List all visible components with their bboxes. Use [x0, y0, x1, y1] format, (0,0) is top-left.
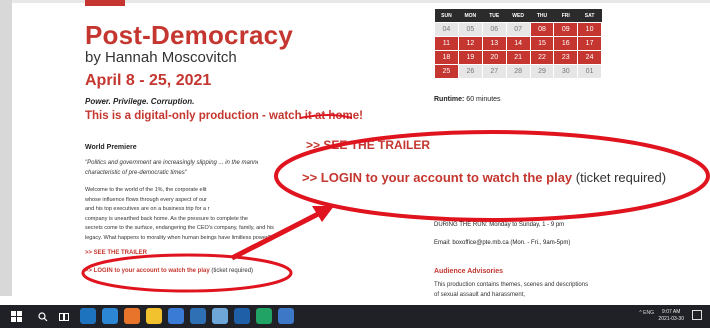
app-icon-7[interactable] [212, 308, 228, 324]
task-view-icon [59, 312, 69, 321]
clock-time: 9:07 AM [662, 309, 681, 315]
windows-taskbar: ^ ENG 9:07 AM 2021-03-30 [0, 305, 710, 328]
zoom-highlight-ellipse [274, 130, 710, 222]
edge-app-icon[interactable] [80, 308, 96, 324]
annotation-arrow-shaft [230, 209, 324, 261]
file-explorer-icon[interactable] [146, 308, 162, 324]
taskbar-clock[interactable]: 9:07 AM 2021-03-30 [658, 309, 684, 323]
login-highlight-ellipse [81, 253, 293, 293]
annotation-overlay [81, 114, 710, 293]
digital-note-underline [299, 114, 353, 119]
excel-app-icon[interactable] [256, 308, 272, 324]
clock-date: 2021-03-30 [658, 316, 684, 322]
notification-icon[interactable] [692, 310, 702, 320]
search-icon [38, 311, 48, 321]
app-icon-8[interactable] [234, 308, 250, 324]
mail-app-icon[interactable] [168, 308, 184, 324]
app-icon-6[interactable] [190, 308, 206, 324]
windows-logo-icon [11, 310, 22, 322]
firefox-app-icon[interactable] [124, 308, 140, 324]
start-button[interactable] [8, 305, 26, 328]
search-button[interactable] [35, 305, 51, 328]
app-icon-10[interactable] [278, 308, 294, 324]
system-tray[interactable]: ^ ENG [639, 310, 654, 316]
task-view-button[interactable] [56, 305, 72, 328]
browser-app-icon[interactable] [102, 308, 118, 324]
browser-page: Post-Democracy by Hannah Moscovitch Apri… [0, 0, 710, 328]
